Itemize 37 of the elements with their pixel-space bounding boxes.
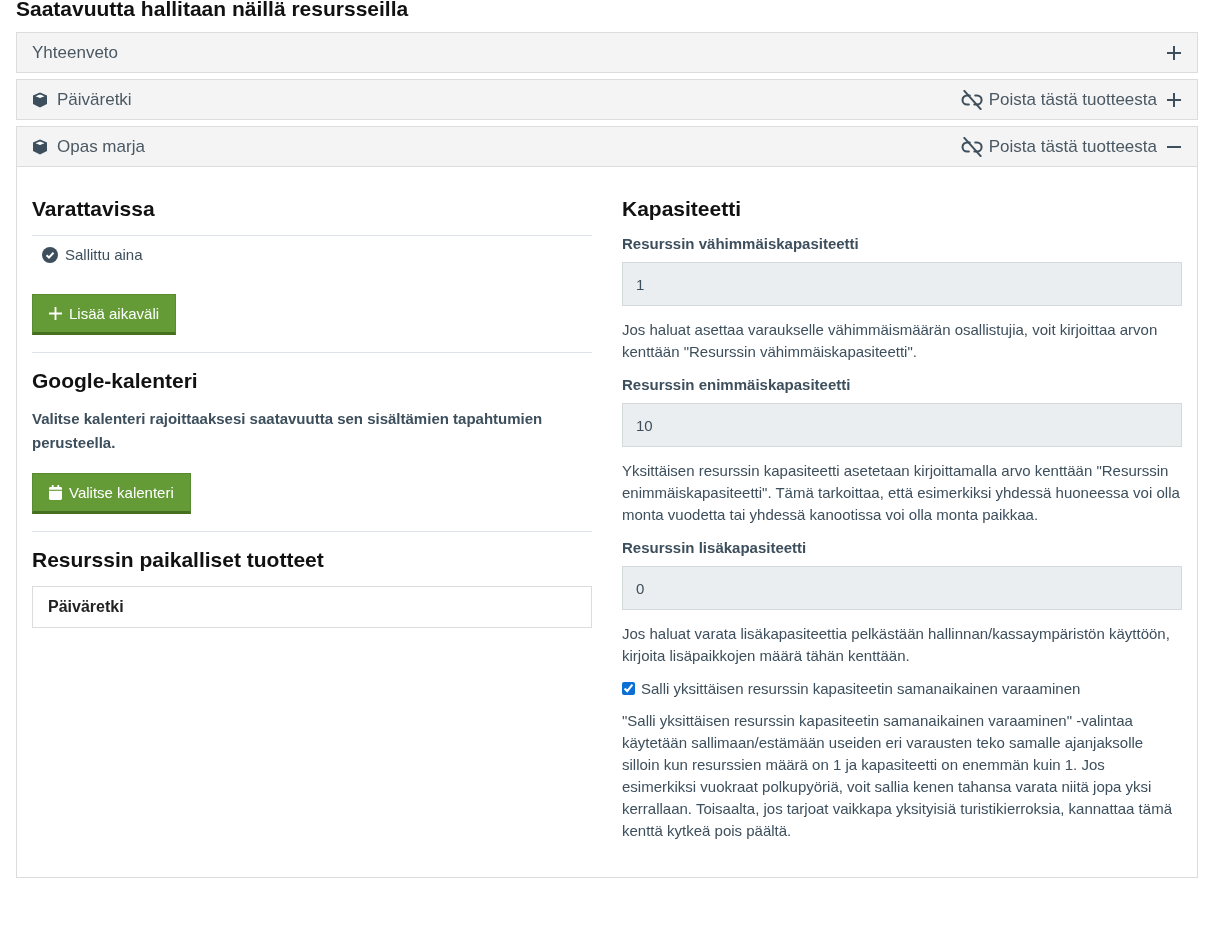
check-circle-icon [42, 246, 58, 263]
remove-from-product-link[interactable]: Poista tästä tuotteesta [960, 89, 1157, 110]
accordion-header[interactable]: Päiväretki Poista tästä tuotteesta [17, 80, 1197, 119]
section-heading: Resurssin paikalliset tuotteet [32, 548, 325, 572]
panel-title: Opas marja [57, 136, 145, 157]
panel-title: Yhteenveto [32, 42, 118, 63]
calendar-icon [49, 485, 62, 500]
plus-icon[interactable] [1166, 44, 1182, 61]
section-heading: Kapasiteetti [622, 197, 743, 221]
help-text: Jos haluat asettaa varaukselle vähimmäismäärän osallistujia, voit kirjoittaa arvon kenttään "Resurssin vähimmäiskapasiteetti". [622, 320, 1159, 362]
cube-icon [32, 91, 48, 108]
capacity-input[interactable]: 1 [622, 262, 1182, 306]
section-heading: Google-kalenteri [32, 369, 199, 393]
field-label: Resurssin lisäkapasiteetti [622, 539, 808, 556]
checkbox[interactable] [622, 682, 635, 695]
accordion-header[interactable]: Yhteenveto [17, 33, 1197, 72]
plus-icon[interactable] [1166, 91, 1182, 108]
checkbox-label: Salli yksittäisen resurssin kapasiteetin samanaikainen varaaminen [641, 680, 1081, 697]
accordion-header[interactable]: Opas marja Poista tästä tuotteesta [17, 127, 1197, 166]
panel-title: Päiväretki [57, 89, 132, 110]
help-text: Yksittäisen resurssin kapasiteetti asetetaan kirjoittamalla arvo kenttään "Resurssin enimmäiskapasiteetti". Tämä tarkoittaa, että esimerkiksi yhdessä huoneessa voi olla monta vuodetta tai yhdessä kanootissa voi olla monta paikkaa. [622, 461, 1181, 525]
field-label: Resurssin enimmäiskapasiteetti [622, 376, 852, 393]
plus-icon [49, 307, 62, 320]
unlink-icon [960, 89, 984, 110]
availability-rule: Sallittu aina [65, 246, 143, 263]
page-title: Saatavuutta hallitaan näillä resursseilla [16, 0, 410, 22]
calendar-description: Valitse kalenteri rajoittaaksesi saatavuutta sen sisältämien tapahtumien perusteella. [32, 409, 544, 453]
product-item: Päiväretki [47, 597, 125, 617]
section-heading: Varattavissa [32, 197, 156, 221]
unlink-icon [960, 136, 984, 157]
help-text: "Salli yksittäisen resurssin kapasiteetin samanaikainen varaaminen" -valintaa käytetään sallimaan/estämään useiden eri varausten teko samalle ajanjaksolle silloin kun resurssien määrä on 1 ja kapasiteetti on enemmän kuin 1. Jos esimerkiksi vuokraat polkupyöriä, voit sallia kenen tahansa varata niitä jopa yksi kerrallaan. Toisaalta, jos tarjoat vaikkapa yksityisiä turistikierroksia, kannattaa tämä kenttä kytkeä pois päältä. [622, 711, 1173, 841]
remove-from-product-link[interactable]: Poista tästä tuotteesta [960, 136, 1157, 157]
field-label: Resurssin vähimmäiskapasiteetti [622, 235, 860, 252]
cube-icon [32, 138, 48, 155]
capacity-input[interactable]: 0 [622, 566, 1182, 610]
capacity-input[interactable]: 10 [622, 403, 1182, 447]
help-text: Jos haluat varata lisäkapasiteettia pelkästään hallinnan/kassaympäristön käyttöön, kirjoita lisäpaikkojen määrä tähän kenttään. [622, 624, 1171, 666]
